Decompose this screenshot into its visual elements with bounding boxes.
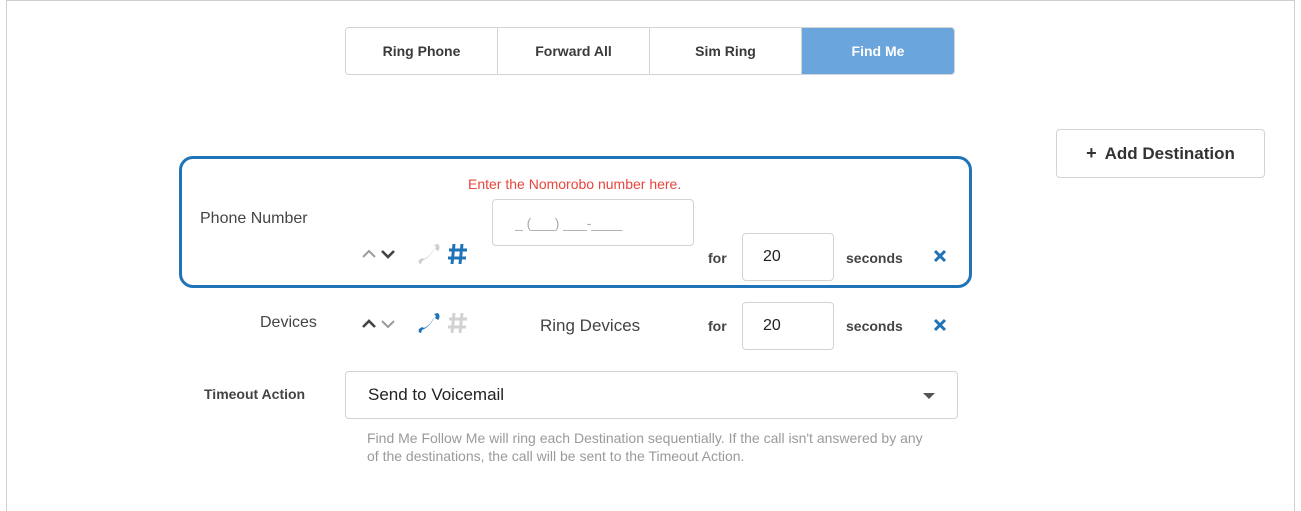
- phone-for-label: for: [708, 250, 727, 266]
- phone-row-order-controls: [361, 248, 396, 260]
- phone-seconds-label: seconds: [846, 250, 903, 266]
- phone-seconds-input[interactable]: [742, 233, 834, 281]
- tab-ring-phone[interactable]: Ring Phone: [346, 28, 498, 74]
- devices-row-order-controls: [361, 318, 396, 330]
- phone-icon[interactable]: [418, 310, 442, 336]
- timeout-action-value: Send to Voicemail: [368, 385, 505, 404]
- remove-phone-destination-icon[interactable]: [933, 249, 947, 263]
- caret-down-icon: [923, 393, 935, 399]
- timeout-help-text: Find Me Follow Me will ring each Destina…: [367, 430, 923, 464]
- devices-seconds-label: seconds: [846, 318, 903, 334]
- hash-icon[interactable]: [447, 311, 469, 335]
- phone-icon[interactable]: [418, 241, 442, 267]
- add-destination-button[interactable]: + Add Destination: [1056, 129, 1265, 178]
- ring-devices-text: Ring Devices: [540, 316, 641, 335]
- remove-devices-destination-icon[interactable]: [933, 318, 947, 332]
- timeout-action-select[interactable]: Send to Voicemail: [345, 371, 958, 419]
- tab-sim-ring[interactable]: Sim Ring: [650, 28, 802, 74]
- move-down-icon[interactable]: [380, 318, 396, 330]
- devices-label: Devices: [260, 314, 317, 331]
- devices-seconds-input[interactable]: [742, 302, 834, 350]
- move-up-icon[interactable]: [361, 318, 377, 330]
- hash-icon[interactable]: [447, 242, 469, 266]
- devices-for-label: for: [708, 318, 727, 334]
- phone-number-label: Phone Number: [200, 210, 308, 227]
- mode-tabs: Ring Phone Forward All Sim Ring Find Me: [345, 27, 955, 75]
- move-down-icon[interactable]: [380, 248, 396, 260]
- nomorobo-hint: Enter the Nomorobo number here.: [468, 176, 682, 192]
- plus-icon: +: [1086, 143, 1097, 163]
- move-up-icon[interactable]: [361, 248, 377, 260]
- phone-number-input[interactable]: [492, 199, 694, 246]
- add-destination-label: Add Destination: [1104, 143, 1235, 163]
- tab-find-me[interactable]: Find Me: [802, 28, 954, 74]
- timeout-action-label: Timeout Action: [204, 386, 306, 402]
- tab-forward-all[interactable]: Forward All: [498, 28, 650, 74]
